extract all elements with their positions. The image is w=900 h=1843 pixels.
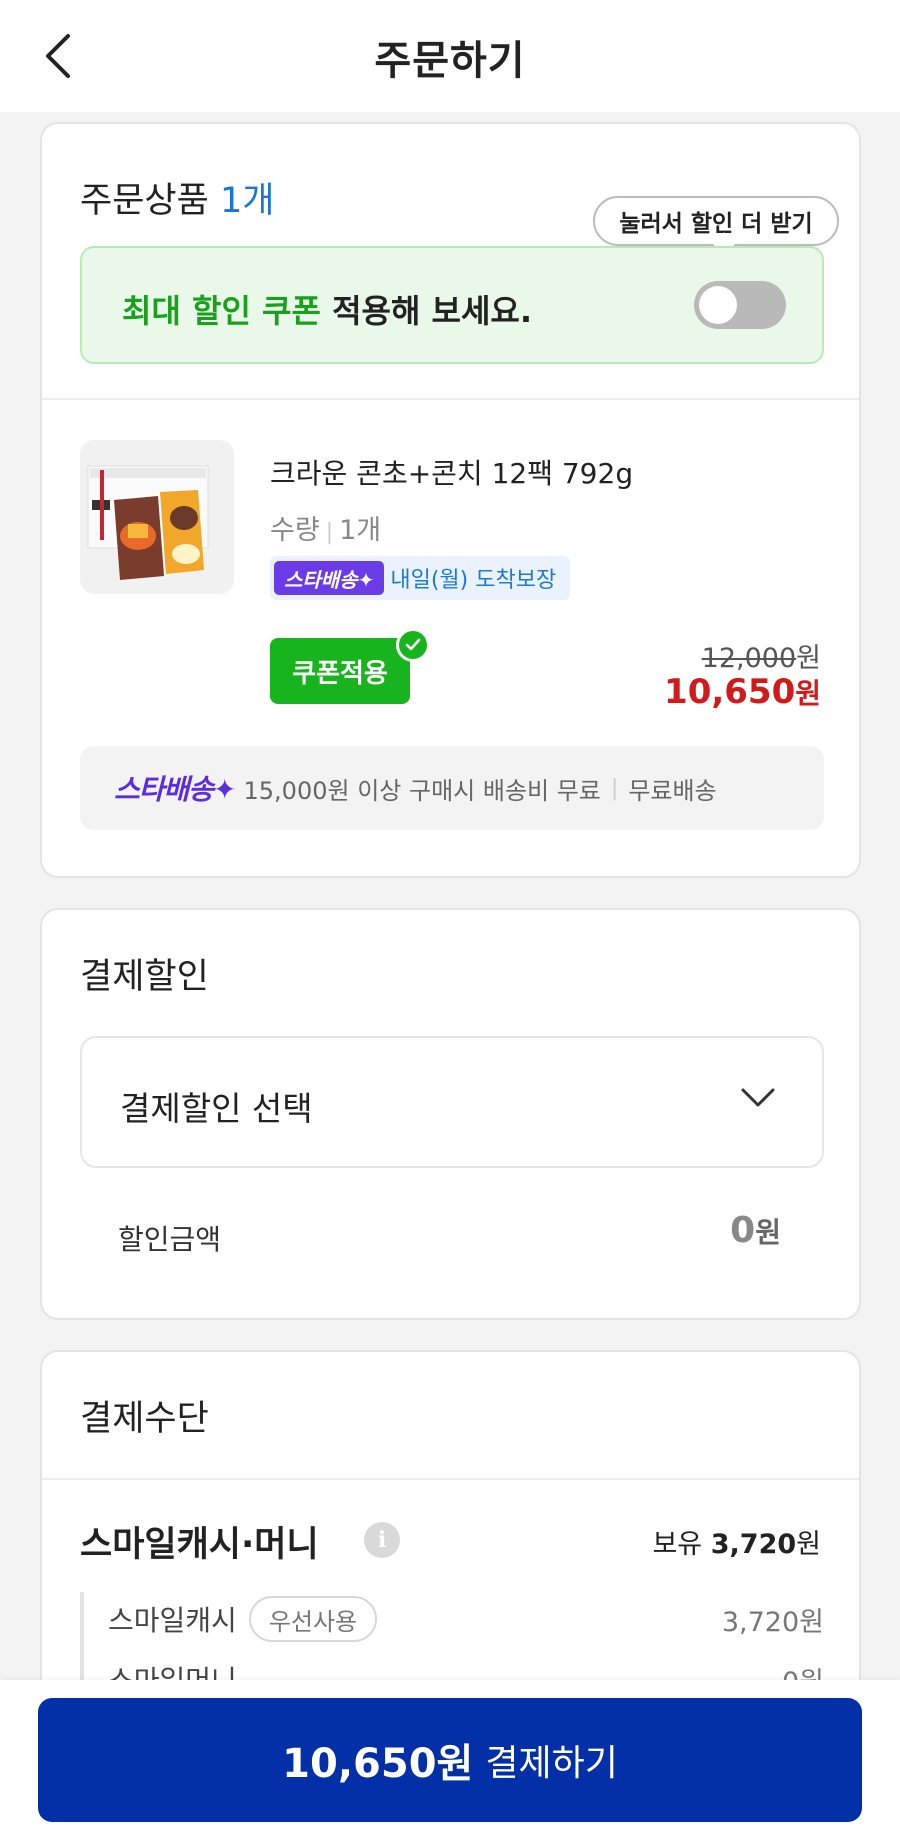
delivery-guarantee-badge: 스타배송✦ 내일(월) 도착보장 (270, 556, 570, 600)
quantity-separator: | (325, 520, 334, 545)
holding-label: 보유 (652, 1529, 703, 1560)
app-header: 주문하기 (0, 0, 900, 112)
coupon-banner-text: 최대 할인 쿠폰 적용해 보세요. (122, 286, 532, 332)
order-items-card: 주문상품 1개 눌러서 할인 더 받기 최대 할인 쿠폰 적용해 보세요. 크라… (40, 122, 861, 878)
shipping-info: 스타배송✦ 15,000원 이상 구매시 배송비 무료 | 무료배송 (80, 746, 824, 830)
order-items-label: 주문상품 (80, 181, 209, 221)
smile-cash-value: 3,720원 (721, 1606, 824, 1638)
shipping-status: 무료배송 (628, 776, 717, 805)
discount-tooltip[interactable]: 눌러서 할인 더 받기 (593, 196, 839, 246)
list-item: 스마일캐시 우선사용 3,720원 (108, 1594, 824, 1644)
payment-discount-card: 결제할인 결제할인 선택 할인금액 0원 (40, 908, 861, 1320)
chevron-down-icon (741, 1088, 775, 1107)
sale-price-unit: 원 (795, 677, 821, 710)
priority-use-button[interactable]: 우선사용 (248, 1596, 378, 1642)
page-title: 주문하기 (374, 38, 526, 84)
product-image[interactable] (80, 440, 234, 594)
original-price-value: 12,000 (701, 643, 797, 674)
shipping-separator: | (610, 775, 619, 801)
quantity-label: 수량 (270, 515, 320, 546)
divider (42, 398, 859, 400)
payment-method-title: 결제수단 (80, 1399, 209, 1439)
max-coupon-banner[interactable]: 최대 할인 쿠폰 적용해 보세요. (80, 246, 824, 364)
select-label: 결제할인 선택 (120, 1089, 313, 1128)
sale-price: 10,650원 (664, 672, 821, 712)
discount-amount: 0원 (730, 1210, 781, 1251)
delivery-guarantee-text: 내일(월) 도착보장 (390, 568, 557, 593)
coupon-banner-highlight: 최대 할인 쿠폰 (122, 292, 321, 330)
discount-amount-unit: 원 (755, 1216, 781, 1249)
sale-price-value: 10,650 (664, 672, 796, 712)
discount-amount-value: 0 (730, 1210, 756, 1251)
divider (42, 1478, 859, 1480)
smile-cash-money-title: 스마일캐시·머니 (80, 1525, 319, 1565)
discount-amount-label: 할인금액 (118, 1223, 222, 1256)
bottom-pay-bar: 10,650원 결제하기 (0, 1680, 900, 1843)
holding-value: 3,720 (710, 1529, 797, 1560)
order-items-count: 1개 (219, 181, 275, 221)
original-price-unit: 원 (796, 643, 821, 674)
payment-discount-select[interactable]: 결제할인 선택 (80, 1036, 824, 1168)
pay-button[interactable]: 10,650원 결제하기 (38, 1698, 862, 1822)
coupon-apply-button[interactable]: 쿠폰적용 (270, 638, 410, 704)
pay-action-label: 결제하기 (485, 1743, 618, 1784)
quantity-value: 1개 (339, 515, 382, 546)
holding-balance: 보유 3,720원 (652, 1522, 821, 1561)
pay-amount: 10,650원 (282, 1741, 474, 1787)
check-icon (396, 628, 430, 662)
original-price: 12,000원 (702, 636, 821, 675)
holding-unit: 원 (796, 1529, 821, 1560)
product-quantity: 수량 | 1개 (270, 508, 381, 547)
payment-discount-title: 결제할인 (80, 957, 209, 997)
snack-package-image (87, 465, 209, 580)
product-name[interactable]: 크라운 콘초+콘치 12팩 792g (270, 452, 633, 492)
order-items-title: 주문상품 1개 (80, 172, 274, 223)
coupon-banner-rest: 적용해 보세요. (320, 292, 532, 330)
shipping-condition: 15,000원 이상 구매시 배송비 무료 (243, 776, 601, 805)
info-icon[interactable]: i (364, 1522, 400, 1558)
max-coupon-toggle[interactable] (694, 281, 786, 329)
smile-cash-label: 스마일캐시 (108, 1604, 237, 1637)
toggle-knob (699, 286, 737, 324)
star-delivery-logo: 스타배송✦ (274, 561, 385, 595)
star-delivery-logo: 스타배송✦ (114, 773, 237, 806)
